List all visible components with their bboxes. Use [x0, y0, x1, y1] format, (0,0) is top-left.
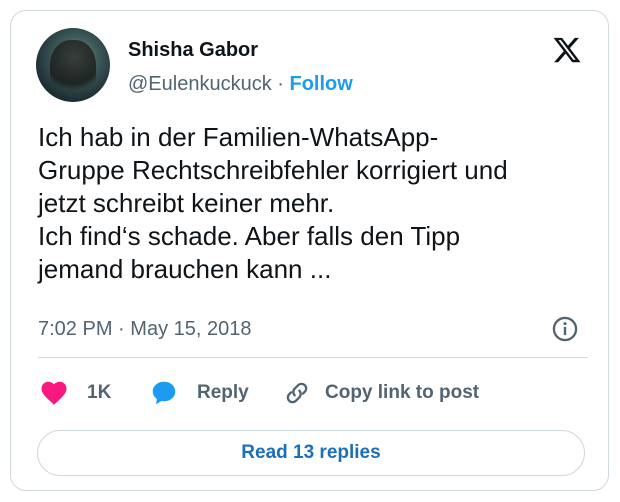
action-bar: 1K Reply Copy link to post — [11, 373, 608, 413]
avatar[interactable] — [36, 28, 110, 102]
follow-button[interactable]: Follow — [290, 73, 353, 95]
read-replies-button[interactable]: Read 13 replies — [37, 430, 585, 476]
copy-link-label: Copy link to post — [325, 382, 480, 403]
reply-label: Reply — [197, 382, 249, 403]
tweet-timestamp[interactable]: 7:02 PM · May 15, 2018 — [38, 318, 251, 341]
author-handle-line: @Eulenkuckuck · Follow — [128, 73, 353, 96]
tweet-card: Shisha Gabor @Eulenkuckuck · Follow Ich … — [10, 10, 609, 491]
avatar-figure — [50, 40, 96, 96]
like-button[interactable]: 1K — [39, 373, 111, 413]
divider — [38, 357, 588, 358]
timestamp-separator: · — [118, 318, 125, 340]
author-handle[interactable]: @Eulenkuckuck — [128, 73, 272, 95]
heart-icon — [41, 381, 67, 405]
tweet-time: 7:02 PM — [38, 318, 113, 340]
tweet-date: May 15, 2018 — [130, 318, 252, 340]
info-icon[interactable] — [551, 315, 579, 343]
speech-bubble-icon — [152, 381, 176, 405]
like-count: 1K — [87, 382, 112, 403]
author-name[interactable]: Shisha Gabor — [128, 39, 258, 62]
copy-link-button[interactable]: Copy link to post — [283, 373, 479, 413]
reply-button[interactable]: Reply — [149, 373, 249, 413]
x-logo-icon[interactable] — [551, 35, 583, 65]
read-replies-label: Read 13 replies — [241, 442, 381, 463]
tweet-text: Ich hab in der Familien-WhatsApp- Gruppe… — [38, 122, 508, 284]
handle-separator: · — [277, 73, 284, 95]
link-icon — [286, 382, 308, 404]
